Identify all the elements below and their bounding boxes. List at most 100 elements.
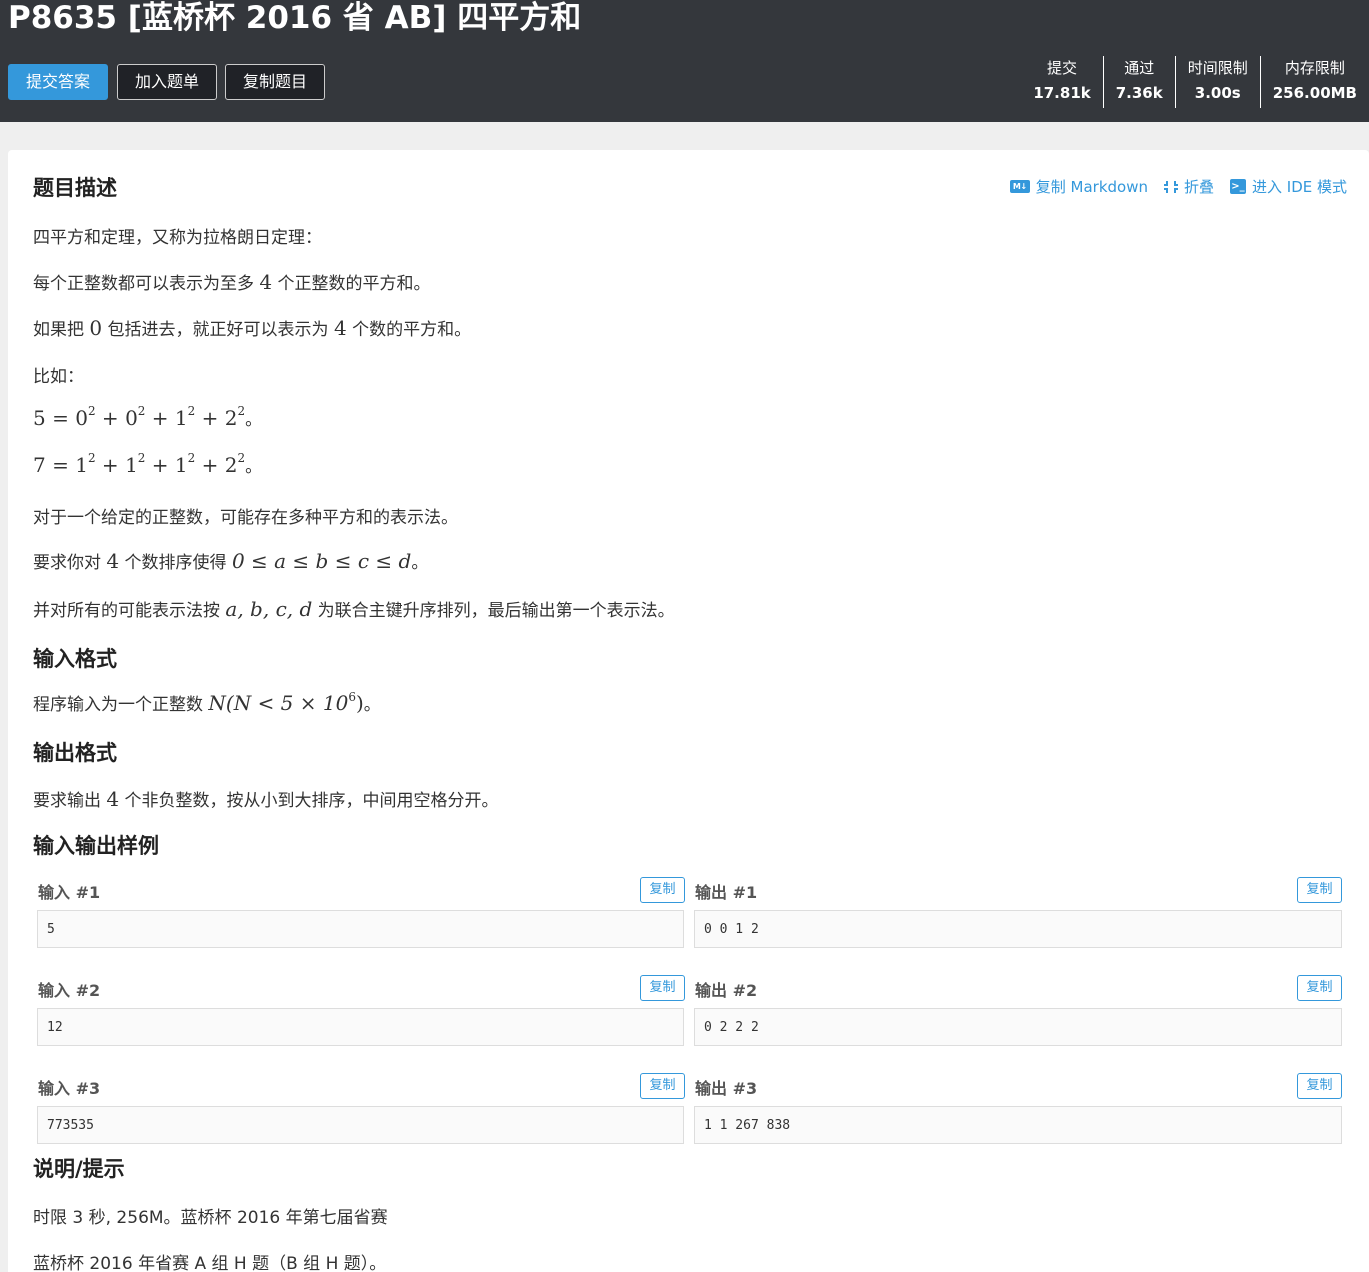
fold-label: 折叠 <box>1183 178 1214 196</box>
text: 个非负整数，按从小到大排序，中间用空格分开。 <box>119 791 499 811</box>
collapse-icon <box>1163 180 1178 194</box>
text: 程序输入为一个正整数 <box>33 695 209 715</box>
fold-link[interactable]: 折叠 <box>1163 176 1214 197</box>
sample-input-label: 输入 #2 <box>38 981 101 1000</box>
stat-value: 17.81k <box>1033 84 1091 102</box>
hint-p2: 蓝桥杯 2016 年省赛 A 组 H 题（B 组 H 题）。 <box>33 1254 387 1272</box>
sample-output-box[interactable]: 1 1 267 838 <box>694 1106 1342 1144</box>
sample-output-label: 输出 #1 <box>695 883 758 902</box>
math-four: 4 <box>259 270 273 294</box>
math-close: ) <box>355 691 364 715</box>
math-four: 4 <box>106 549 120 573</box>
plus: + <box>95 406 126 430</box>
copy-markdown-label: 复制 Markdown <box>1035 178 1148 196</box>
copy-input-button[interactable]: 复制 <box>640 975 685 1001</box>
stat-value: 3.00s <box>1194 84 1241 102</box>
description-p7: 并对所有的可能表示法按 a, b, c, d 为联合主键升序排列，最后输出第一个… <box>33 596 675 621</box>
exponent: 2 <box>137 404 146 419</box>
description-p3: 如果把 0 包括进去，就正好可以表示为 4 个数的平方和。 <box>33 315 471 340</box>
sample-output-box[interactable]: 0 0 1 2 <box>694 910 1342 948</box>
sample-output-box[interactable]: 0 2 2 2 <box>694 1008 1342 1046</box>
eq-lhs: 5 = <box>33 406 76 430</box>
problem-header: P8635 [蓝桥杯 2016 省 AB] 四平方和 提交答案 加入题单 复制题… <box>0 0 1369 122</box>
sample-input-label: 输入 #1 <box>38 883 101 902</box>
exponent: 2 <box>237 451 246 466</box>
copy-output-button[interactable]: 复制 <box>1297 975 1342 1001</box>
description-heading: 题目描述 <box>33 176 117 200</box>
equation-7: 7 = 12 + 12 + 12 + 22。 <box>33 451 263 477</box>
math-keys: a, b, c, d <box>225 597 313 621</box>
problem-stats: 提交 17.81k 通过 7.36k 时间限制 3.00s 内存限制 256.0… <box>1021 56 1369 108</box>
exponent: 2 <box>237 404 246 419</box>
output-format-heading: 输出格式 <box>33 741 117 765</box>
exponent: 6 <box>348 690 356 705</box>
samples-heading: 输入输出样例 <box>33 834 159 858</box>
term: 1 <box>125 453 138 477</box>
stat-memory-limit: 内存限制 256.00MB <box>1259 56 1369 108</box>
stat-label: 时间限制 <box>1187 59 1248 77</box>
description-p2: 每个正整数都可以表示为至多 4 个正整数的平方和。 <box>33 269 431 294</box>
plus: + <box>145 406 175 430</box>
text: 个数的平方和。 <box>346 320 472 340</box>
term: 0 <box>125 406 138 430</box>
exponent: 2 <box>137 451 146 466</box>
text: 为联合主键升序排列，最后输出第一个表示法。 <box>312 601 675 621</box>
problem-toolbar: M↓ 复制 Markdown 折叠 >_ 进入 IDE 模式 <box>1009 176 1347 197</box>
text: 要求你对 <box>33 553 107 573</box>
sample-input-box[interactable]: 5 <box>37 910 684 948</box>
hint-heading: 说明/提示 <box>33 1157 125 1181</box>
text: 要求输出 <box>33 791 107 811</box>
plus: + <box>195 453 225 477</box>
text: 个正整数的平方和。 <box>272 274 431 294</box>
period: 。 <box>245 457 263 477</box>
plus: + <box>145 453 175 477</box>
math-n: N(N < 5 × 10 <box>208 691 349 715</box>
submit-answer-button[interactable]: 提交答案 <box>8 64 108 100</box>
period: 。 <box>245 410 263 430</box>
math-zero: 0 <box>89 316 103 340</box>
plus: + <box>95 453 126 477</box>
stat-submissions: 提交 17.81k <box>1021 56 1102 108</box>
stat-value: 7.36k <box>1115 84 1163 102</box>
sample-output-label: 输出 #2 <box>695 981 758 1000</box>
description-p5: 对于一个给定的正整数，可能存在多种平方和的表示法。 <box>33 508 458 528</box>
exponent: 2 <box>87 451 96 466</box>
copy-output-button[interactable]: 复制 <box>1297 1073 1342 1099</box>
term: 2 <box>224 406 238 430</box>
math-four: 4 <box>333 316 347 340</box>
math-four: 4 <box>106 787 120 811</box>
copy-output-button[interactable]: 复制 <box>1297 877 1342 903</box>
copy-problem-button[interactable]: 复制题目 <box>225 64 325 100</box>
exponent: 2 <box>87 404 96 419</box>
math-inequality: 0 ≤ a ≤ b ≤ c ≤ d <box>231 549 412 573</box>
terminal-icon: >_ <box>1230 179 1246 194</box>
description-p4: 比如： <box>33 367 84 387</box>
equation-5: 5 = 02 + 02 + 12 + 22。 <box>33 404 263 430</box>
text: 个数排序使得 <box>119 553 232 573</box>
hint-p1: 时限 3 秒, 256M。蓝桥杯 2016 年第七届省赛 <box>33 1208 388 1228</box>
sample-input-box[interactable]: 12 <box>37 1008 684 1046</box>
description-p1: 四平方和定理，又称为拉格朗日定理： <box>33 228 322 248</box>
copy-input-button[interactable]: 复制 <box>640 877 685 903</box>
copy-markdown-link[interactable]: M↓ 复制 Markdown <box>1009 176 1148 197</box>
copy-input-button[interactable]: 复制 <box>640 1073 685 1099</box>
stat-accepted: 通过 7.36k <box>1102 56 1175 108</box>
text: 如果把 <box>33 320 90 340</box>
text: 包括进去，就正好可以表示为 <box>102 320 334 340</box>
exponent: 2 <box>187 451 196 466</box>
sample-input-box[interactable]: 773535 <box>37 1106 684 1144</box>
term: 1 <box>174 453 188 477</box>
term: 1 <box>75 453 88 477</box>
stat-time-limit: 时间限制 3.00s <box>1174 56 1260 108</box>
ide-mode-label: 进入 IDE 模式 <box>1252 178 1347 196</box>
output-format-text: 要求输出 4 个非负整数，按从小到大排序，中间用空格分开。 <box>33 786 499 811</box>
eq-lhs: 7 = <box>33 453 76 477</box>
ide-mode-link[interactable]: >_ 进入 IDE 模式 <box>1230 176 1347 197</box>
stat-label: 内存限制 <box>1284 59 1345 77</box>
input-format-text: 程序输入为一个正整数 N(N < 5 × 106)。 <box>33 690 381 715</box>
text: 。 <box>411 553 429 573</box>
add-to-list-button[interactable]: 加入题单 <box>117 64 217 100</box>
description-p6: 要求你对 4 个数排序使得 0 ≤ a ≤ b ≤ c ≤ d。 <box>33 548 428 573</box>
text: 并对所有的可能表示法按 <box>33 601 226 621</box>
text: 每个正整数都可以表示为至多 <box>33 274 260 294</box>
